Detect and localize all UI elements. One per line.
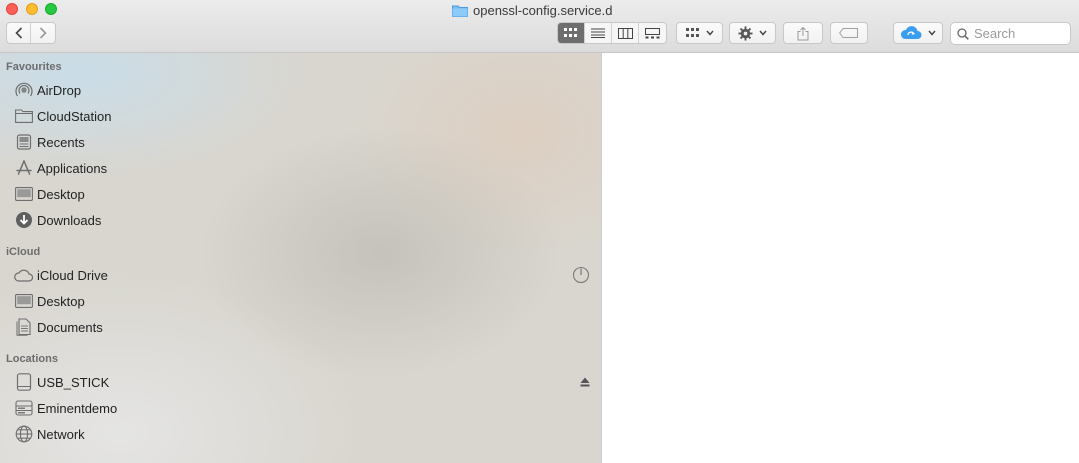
chevron-right-icon: [39, 27, 47, 39]
back-button[interactable]: [7, 23, 32, 43]
sidebar-item-label: Downloads: [37, 212, 102, 228]
recents-icon: [14, 133, 33, 151]
window-title-text: openssl-config.service.d: [473, 2, 613, 18]
eject-icon[interactable]: [580, 377, 590, 387]
sidebar-item-downloads[interactable]: Downloads: [14, 209, 101, 231]
view-mode-control: [557, 22, 667, 44]
close-window-button[interactable]: [6, 3, 18, 15]
file-browser-content[interactable]: [603, 53, 1079, 463]
group-icon: [685, 28, 699, 37]
sidebar-item-airdrop[interactable]: AirDrop: [14, 79, 81, 101]
gear-icon: [738, 25, 753, 41]
documents-icon: [14, 318, 33, 336]
chevron-down-icon: [759, 30, 767, 36]
drive-icon: [14, 373, 33, 391]
maximize-window-button[interactable]: [45, 3, 57, 15]
server-icon: [14, 399, 33, 417]
chevron-left-icon: [14, 27, 22, 39]
window-title: openssl-config.service.d: [452, 2, 612, 18]
sidebar-item-applications[interactable]: Applications: [14, 157, 107, 179]
tag-icon: [839, 28, 858, 38]
column-view-button[interactable]: [612, 23, 639, 43]
section-locations: Locations: [6, 353, 58, 365]
sidebar-item-label: Recents: [37, 134, 85, 150]
column-view-icon: [617, 27, 633, 39]
chevron-down-icon: [928, 30, 936, 36]
search-input[interactable]: [974, 26, 1064, 41]
sidebar-item-icloud-drive[interactable]: iCloud Drive: [14, 264, 108, 286]
toolbar: openssl-config.service.d: [0, 0, 1079, 53]
search-icon: [957, 27, 969, 40]
tags-button[interactable]: [830, 22, 868, 44]
section-icloud: iCloud: [6, 246, 41, 258]
icon-view-button[interactable]: [558, 23, 585, 43]
search-field[interactable]: [950, 22, 1071, 45]
forward-button[interactable]: [31, 23, 55, 43]
gallery-view-icon: [645, 27, 660, 38]
sidebar-item-label: Desktop: [37, 293, 85, 309]
sidebar-item-cloudstation[interactable]: CloudStation: [14, 105, 111, 127]
sidebar-item-usb-stick[interactable]: USB_STICK: [14, 371, 109, 393]
list-view-icon: [591, 28, 605, 38]
sidebar-item-label: USB_STICK: [37, 374, 110, 390]
sidebar: Favourites AirDrop CloudStation Recents …: [0, 53, 602, 463]
sidebar-item-icloud-desktop[interactable]: Desktop: [14, 290, 85, 312]
sidebar-item-label: Desktop: [37, 186, 85, 202]
icloud-status-button[interactable]: [893, 22, 943, 44]
sidebar-item-recents[interactable]: Recents: [14, 131, 85, 153]
share-button[interactable]: [783, 22, 823, 44]
network-icon: [14, 425, 33, 443]
sidebar-item-label: CloudStation: [37, 108, 112, 124]
sidebar-item-label: Network: [37, 426, 85, 442]
action-button[interactable]: [729, 22, 776, 44]
downloads-icon: [14, 211, 33, 229]
sidebar-item-label: iCloud Drive: [37, 267, 108, 283]
sidebar-item-network[interactable]: Network: [14, 423, 85, 445]
minimize-window-button[interactable]: [26, 3, 38, 15]
group-by-button[interactable]: [676, 22, 723, 44]
icon-view-icon: [564, 28, 577, 37]
sidebar-item-label: AirDrop: [37, 82, 82, 98]
icloud-sync-progress-icon: [572, 266, 590, 284]
desktop-icon: [14, 292, 33, 310]
back-forward-control: [6, 22, 56, 44]
sidebar-item-label: Eminentdemo: [37, 400, 118, 416]
airdrop-icon: [14, 81, 33, 99]
sidebar-item-label: Documents: [37, 319, 103, 335]
icloud-icon: [900, 26, 922, 39]
desktop-icon: [14, 185, 33, 203]
applications-icon: [14, 159, 33, 177]
share-icon: [797, 26, 809, 40]
sidebar-item-eminentdemo[interactable]: Eminentdemo: [14, 397, 117, 419]
gallery-view-button[interactable]: [639, 23, 666, 43]
folder-icon: [452, 4, 468, 17]
sidebar-item-label: Applications: [37, 160, 108, 176]
chevron-down-icon: [705, 30, 714, 36]
list-view-button[interactable]: [585, 23, 612, 43]
icloud-icon: [14, 266, 33, 284]
sidebar-item-desktop[interactable]: Desktop: [14, 183, 85, 205]
folder-icon: [14, 107, 33, 125]
sidebar-item-documents[interactable]: Documents: [14, 316, 103, 338]
section-favourites: Favourites: [6, 61, 62, 73]
